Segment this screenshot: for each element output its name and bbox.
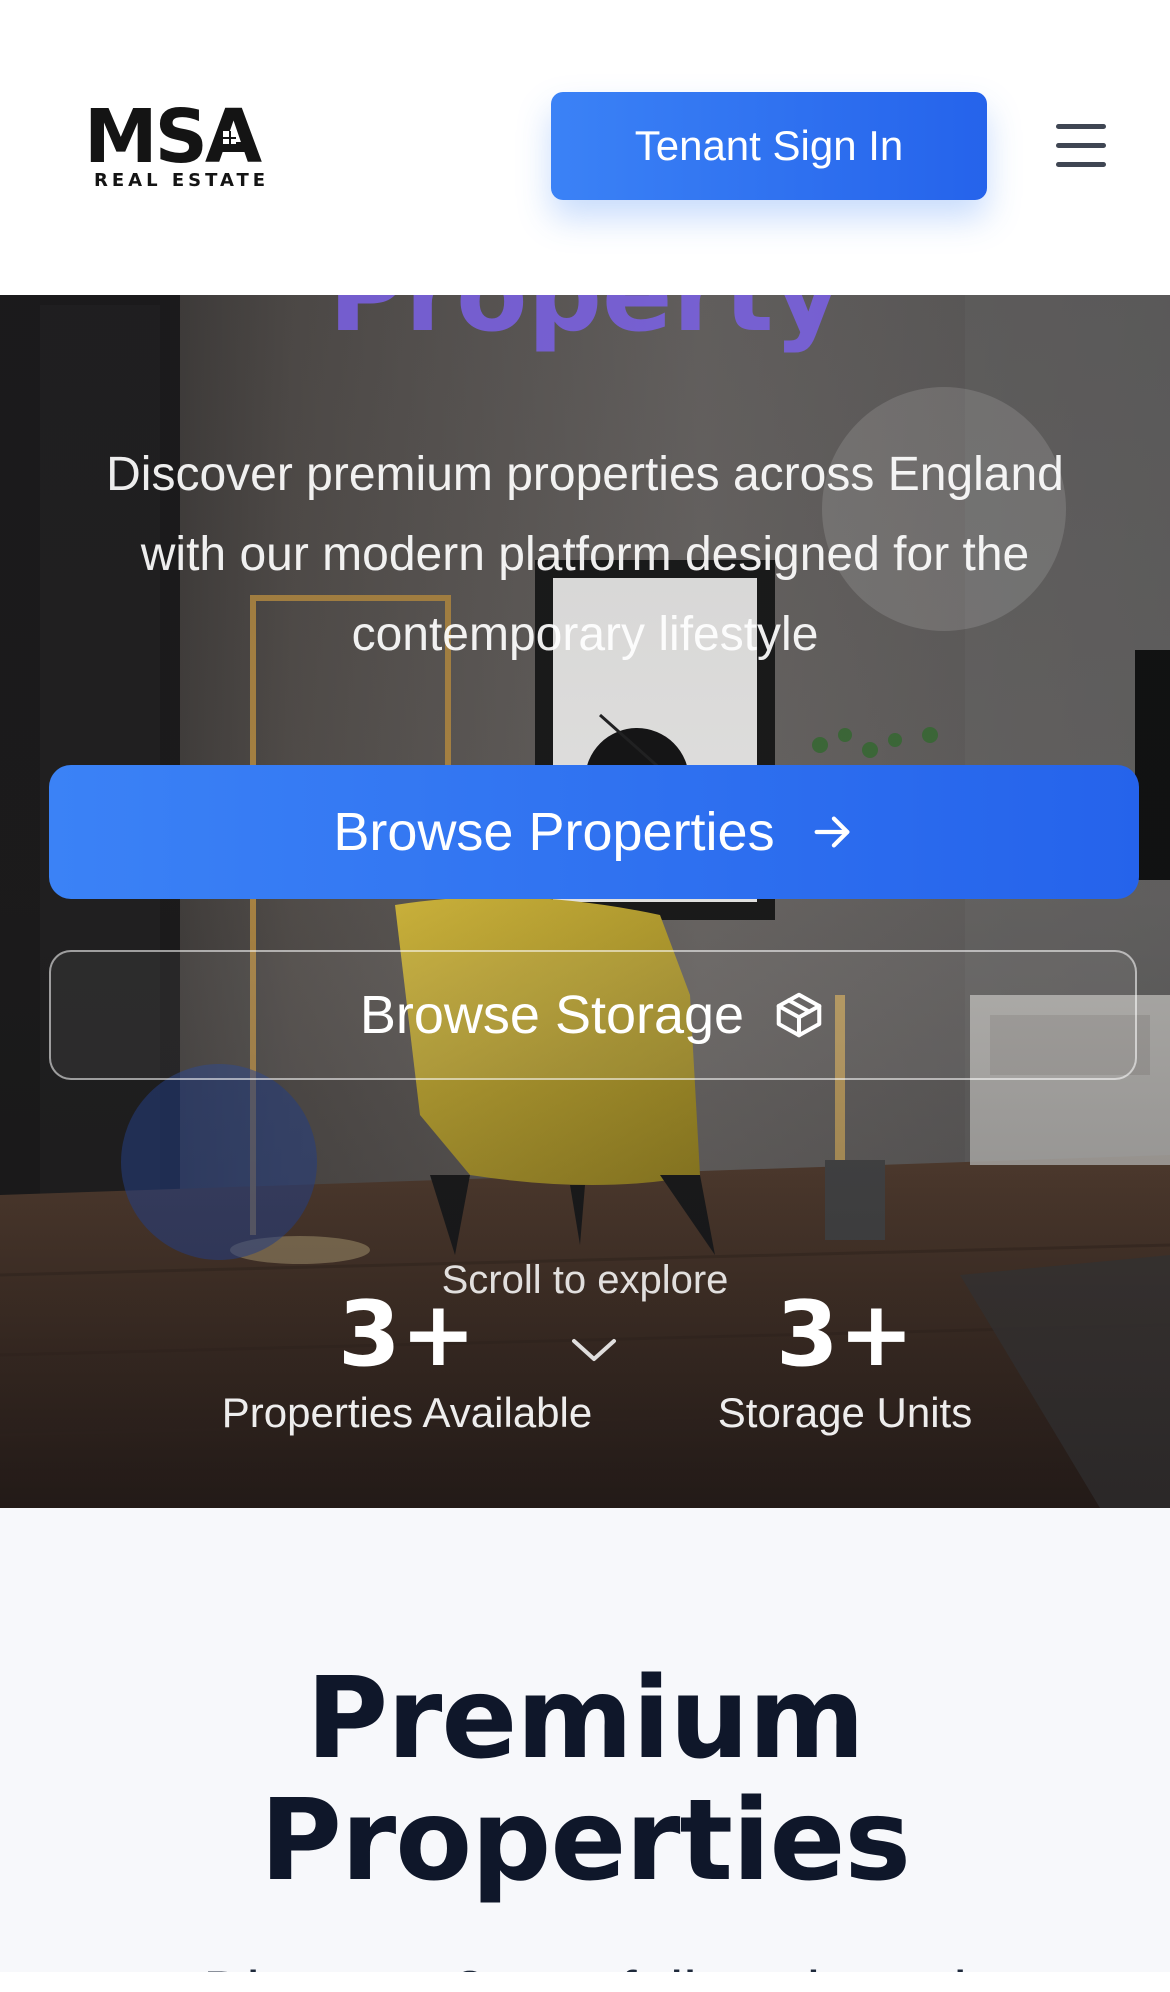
logo-tagline: REAL ESTATE [94, 170, 270, 191]
hero-title: Property [0, 295, 1170, 355]
tenant-sign-in-button[interactable]: Tenant Sign In [551, 92, 987, 200]
browse-properties-label: Browse Properties [333, 802, 775, 862]
browse-properties-button[interactable]: Browse Properties [49, 765, 1139, 899]
browse-storage-label: Browse Storage [359, 985, 745, 1045]
section-title-line2: Properties [259, 1776, 911, 1906]
hero-description: Discover premium properties across Engla… [106, 448, 1064, 661]
stat-label: Properties Available [221, 1389, 593, 1436]
decorative-circle [121, 1064, 317, 1260]
section-title: Premium Properties [0, 1658, 1170, 1902]
hamburger-menu-icon[interactable] [1054, 124, 1108, 168]
stat-label: Storage Units [717, 1389, 973, 1436]
hero-section: Property Discover premium properties acr… [0, 295, 1170, 1508]
premium-properties-section: Premium Properties Discover 3 carefully … [0, 1508, 1170, 1992]
msa-logo[interactable]: MSA REAL ESTATE [84, 100, 265, 191]
stat-storage: 3+ Storage Units [615, 1285, 1075, 1441]
logo-window-icon [223, 131, 236, 144]
section-title-line1: Premium [306, 1654, 865, 1784]
site-header: MSA REAL ESTATE Tenant Sign In [0, 0, 1170, 295]
stat-properties: 3+ Properties Available [177, 1285, 637, 1441]
stat-value: 3+ [775, 1282, 915, 1387]
arrow-right-icon [814, 816, 850, 848]
browse-storage-button[interactable]: Browse Storage [49, 950, 1137, 1080]
stat-value: 3+ [337, 1282, 477, 1387]
bottom-safe-area [0, 1972, 1170, 1992]
box-icon [776, 992, 822, 1038]
tenant-sign-in-label: Tenant Sign In [634, 122, 904, 169]
